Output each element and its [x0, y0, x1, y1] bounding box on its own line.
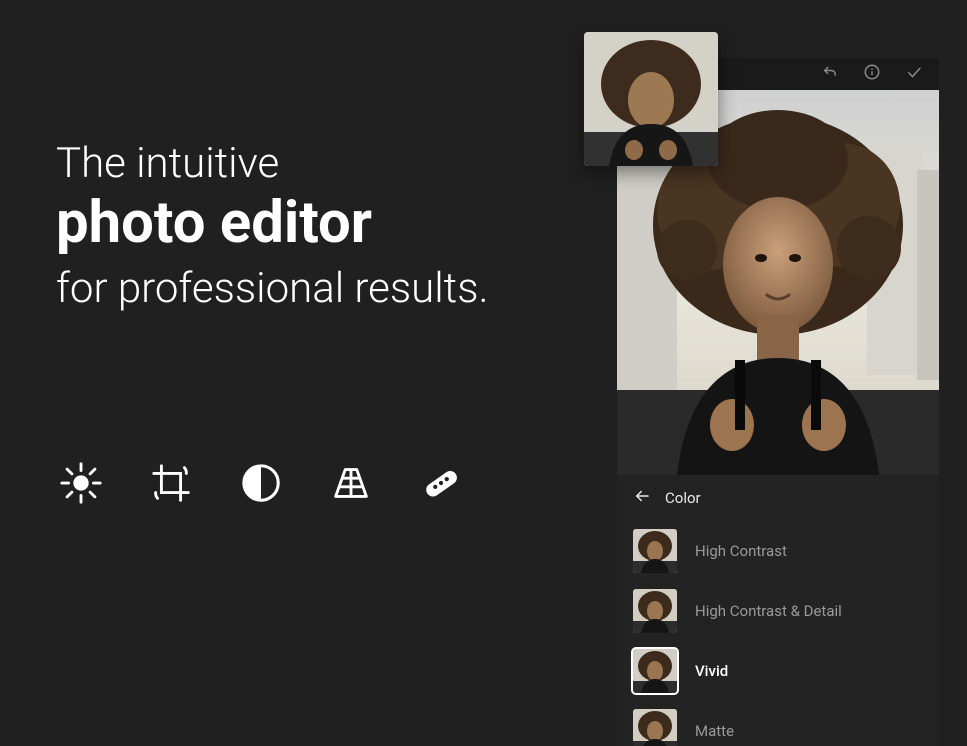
check-icon[interactable]: [905, 63, 923, 85]
headline-line2: photo editor: [56, 190, 526, 257]
headline-line1: The intuitive: [56, 140, 526, 188]
before-thumbnail: [584, 32, 718, 166]
editor-panel: Color High Contrast High Contrast & Detai…: [617, 475, 939, 746]
preset-thumbnail: [633, 709, 677, 746]
healing-icon: [416, 458, 466, 508]
preset-item[interactable]: High Contrast & Detail: [617, 581, 939, 641]
panel-title: Color: [665, 489, 701, 507]
lens-icon: [236, 458, 286, 508]
tool-row: [56, 458, 466, 508]
undo-icon[interactable]: [821, 63, 839, 85]
preset-item[interactable]: Matte: [617, 701, 939, 746]
preset-thumbnail: [633, 589, 677, 633]
headline-line3: for professional results.: [56, 263, 526, 316]
preset-label: Matte: [695, 722, 734, 740]
marketing-copy: The intuitive photo editor for professio…: [56, 140, 526, 315]
preset-item[interactable]: Vivid: [617, 641, 939, 701]
preset-item[interactable]: High Contrast: [617, 521, 939, 581]
panel-header[interactable]: Color: [617, 475, 939, 521]
crop-icon: [146, 458, 196, 508]
preset-label: Vivid: [695, 662, 728, 680]
preset-thumbnail: [633, 649, 677, 693]
back-arrow-icon[interactable]: [633, 487, 651, 509]
brightness-icon: [56, 458, 106, 508]
preset-list: High Contrast High Contrast & Detail Vivid…: [617, 521, 939, 746]
perspective-icon: [326, 458, 376, 508]
preset-label: High Contrast: [695, 542, 787, 560]
preset-thumbnail: [633, 529, 677, 573]
preset-label: High Contrast & Detail: [695, 602, 842, 620]
info-icon[interactable]: [863, 63, 881, 85]
